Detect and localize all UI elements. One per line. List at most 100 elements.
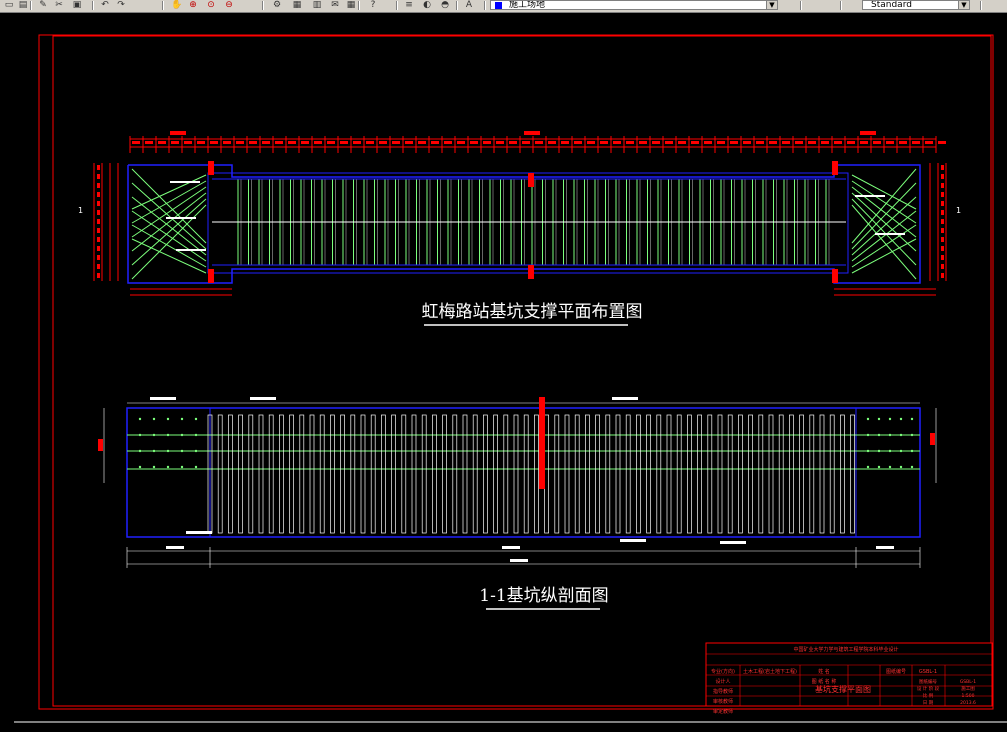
markup-icon[interactable]: ✉: [328, 0, 342, 10]
title-block-cell: 土木工程(岩土地下工程): [743, 668, 797, 675]
section-anchor-dot: [166, 465, 170, 469]
section-anchor-dot: [138, 465, 142, 469]
text-style-combo[interactable]: Standard ▼: [862, 0, 970, 10]
plan-diagonal-brace: [851, 210, 917, 262]
plan-dim-label: [431, 141, 439, 144]
plan-annotation-leader: [166, 217, 196, 219]
plan-dim-label: [392, 141, 400, 144]
plan-dim-label: [941, 219, 944, 224]
plan-dim-label: [379, 141, 387, 144]
plan-dim-label: [860, 131, 876, 135]
title-block-label: 设计人: [715, 678, 730, 685]
help-icon[interactable]: ?: [366, 0, 380, 10]
section-pile: [615, 414, 621, 534]
cut-icon[interactable]: ✂: [52, 0, 66, 10]
section-pile: [554, 414, 560, 534]
section-anchor-dot: [194, 417, 198, 421]
plan-dim-label: [145, 141, 153, 144]
zoom-realtime-icon[interactable]: ⊕: [186, 0, 200, 10]
plan-dim-label: [170, 131, 186, 135]
plan-dim-label: [132, 141, 140, 144]
calculator-icon[interactable]: ▦: [344, 0, 358, 10]
section-anchor-dot: [910, 465, 914, 469]
section-annotation-leader: [720, 541, 746, 544]
pan-icon[interactable]: ✋: [170, 0, 184, 10]
section-pile: [411, 414, 417, 534]
section-pile: [564, 414, 570, 534]
plan-dim-label: [941, 273, 944, 278]
section-mark-right: 1: [956, 206, 961, 215]
plan-annotation-leader: [170, 181, 200, 183]
undo-icon[interactable]: ↶: [98, 0, 112, 10]
properties-icon[interactable]: ⚙: [270, 0, 284, 10]
plan-dim-label: [171, 141, 179, 144]
zoom-window-icon[interactable]: ⊙: [204, 0, 218, 10]
section-annotation-leader: [250, 397, 276, 400]
model-space[interactable]: 虹梅路站基坑支撑平面布置图 1-1基坑纵剖面图 1 1 中国矿业大学力学与建筑工…: [0, 13, 1007, 728]
save-icon[interactable]: ▤: [16, 0, 30, 10]
plan-dim-label: [808, 141, 816, 144]
section-pile: [217, 414, 223, 534]
plan-dim-label: [691, 141, 699, 144]
plan-dim-label: [941, 264, 944, 269]
plan-column-marker: [208, 161, 214, 175]
plan-dim-label: [912, 141, 920, 144]
zoom-previous-icon[interactable]: ⊖: [222, 0, 236, 10]
open-icon[interactable]: ▭: [2, 0, 16, 10]
plan-dim-label: [941, 228, 944, 233]
copy-icon[interactable]: ▣: [70, 0, 84, 10]
plan-dim-label: [743, 141, 751, 144]
toolbar-separator: [800, 1, 802, 10]
redo-icon[interactable]: ↷: [114, 0, 128, 10]
toolbar-separator: [456, 1, 458, 10]
plan-dim-label: [262, 141, 270, 144]
plan-dim-label: [782, 141, 790, 144]
title-block-value: 施工图: [961, 685, 975, 692]
text-style-icon[interactable]: A: [462, 0, 476, 10]
section-pile: [370, 414, 376, 534]
layer-combo[interactable]: 施工场地 ▼: [490, 0, 778, 10]
section-pile: [513, 414, 519, 534]
layer-manager-icon[interactable]: ≡: [402, 0, 416, 10]
section-anchor-dot: [877, 433, 881, 437]
toolbar-separator: [262, 1, 264, 10]
section-pile: [279, 414, 284, 534]
toolbar-separator: [162, 1, 164, 10]
section-pile: [687, 414, 692, 534]
plan-title: 虹梅路站基坑支撑平面布置图: [422, 302, 643, 322]
section-pile: [391, 414, 396, 534]
plan-diagonal-brace: [131, 186, 207, 238]
section-pile: [656, 414, 662, 534]
plan-dim-label: [97, 237, 100, 242]
chevron-down-icon[interactable]: ▼: [958, 1, 969, 9]
tool-palette-icon[interactable]: ▥: [310, 0, 324, 10]
print-icon[interactable]: ✎: [36, 0, 50, 10]
chevron-down-icon[interactable]: ▼: [766, 1, 777, 9]
section-annotation-leader: [620, 539, 646, 542]
plan-dim-label: [756, 141, 764, 144]
section-pile: [268, 414, 274, 534]
plan-dim-label: [97, 264, 100, 269]
layer-previous-icon[interactable]: ◓: [438, 0, 452, 10]
plan-dim-label: [470, 141, 478, 144]
plan-dim-label: [678, 141, 686, 144]
plan-dim-label: [444, 141, 452, 144]
section-anchor-dot: [899, 465, 903, 469]
drawing-canvas[interactable]: 虹梅路站基坑支撑平面布置图 1-1基坑纵剖面图 1 1 中国矿业大学力学与建筑工…: [0, 13, 1007, 728]
toolbar-separator: [840, 1, 842, 10]
plan-dim-label: [97, 183, 100, 188]
section-annotation-leader: [150, 397, 176, 400]
plan-column-marker: [528, 173, 534, 187]
design-center-icon[interactable]: ▦: [290, 0, 304, 10]
section-pile: [717, 414, 723, 534]
section-anchor-dot: [166, 433, 170, 437]
section-pile: [319, 414, 325, 534]
plan-dim-label: [587, 141, 595, 144]
title-block-value: 1:500: [962, 693, 975, 699]
plan-annotation-leader: [176, 249, 206, 251]
plan-dim-label: [941, 255, 944, 260]
title-block-cell: 姓 名: [818, 668, 830, 675]
layer-state-icon[interactable]: ◐: [420, 0, 434, 10]
section-anchor-dot: [138, 449, 142, 453]
plan-dim-label: [184, 141, 192, 144]
